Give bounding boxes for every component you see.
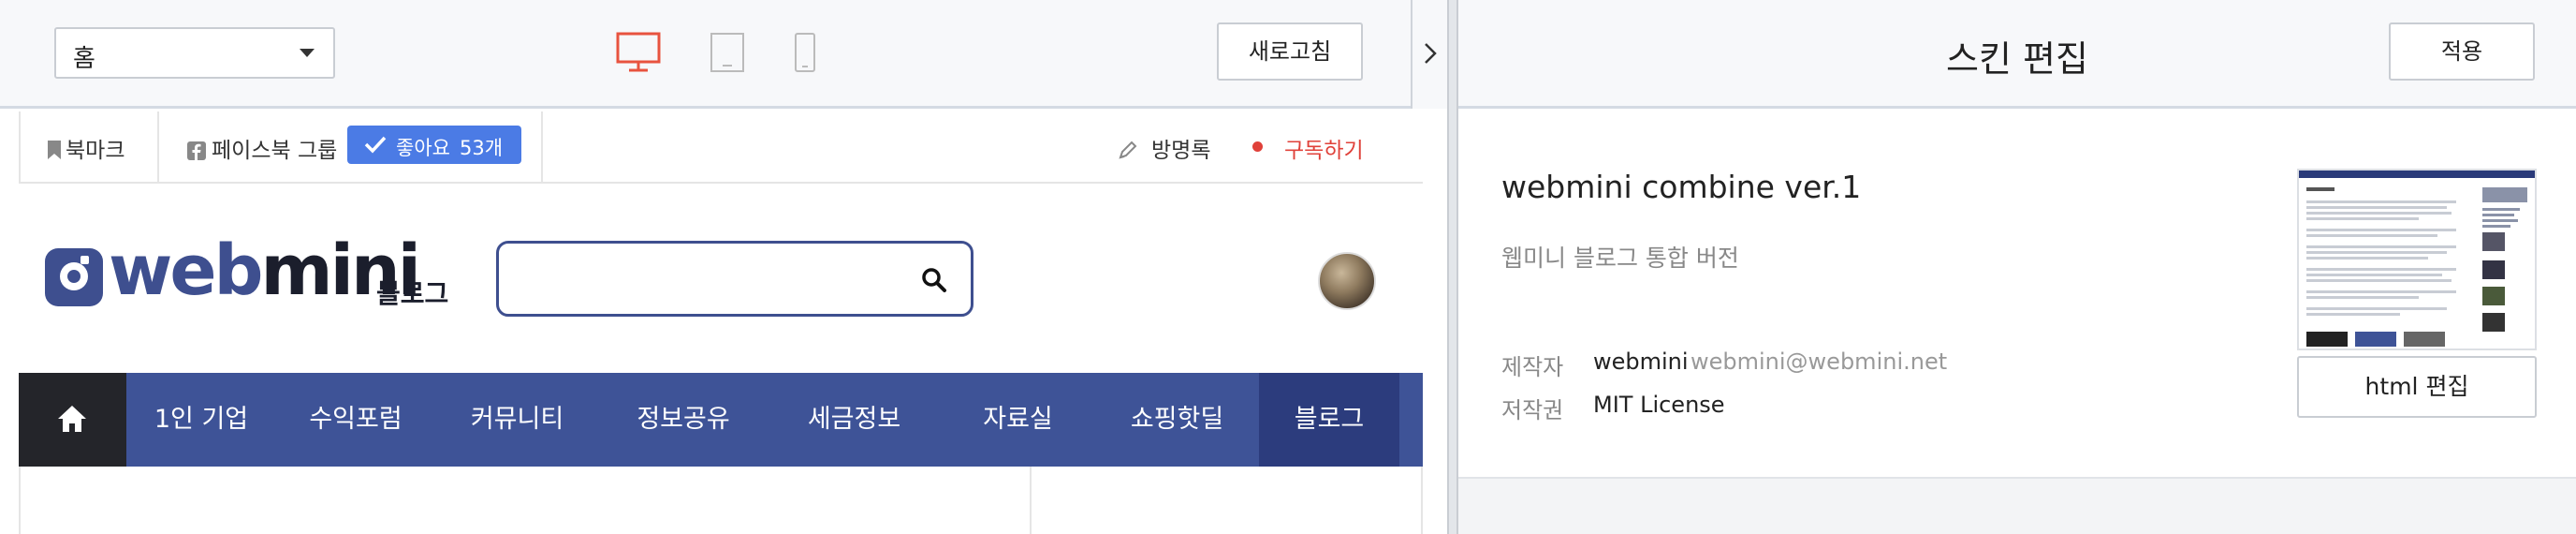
nav-item[interactable]: 쇼핑핫딜 bbox=[1095, 373, 1259, 467]
avatar[interactable] bbox=[1318, 252, 1376, 310]
pane-resize-handle[interactable] bbox=[1447, 0, 1458, 534]
tablet-view-button[interactable] bbox=[710, 32, 745, 77]
maker-name: webmini bbox=[1593, 349, 1689, 375]
like-label: 좋아요 bbox=[396, 137, 450, 159]
mobile-icon bbox=[795, 33, 815, 72]
guestbook-label: 방명록 bbox=[1151, 139, 1211, 163]
home-icon bbox=[58, 406, 86, 432]
preview-toolbar: 홈 새로고침 bbox=[0, 0, 1447, 109]
nav-item[interactable]: 자료실 bbox=[941, 373, 1095, 467]
blog-topbar: 북마크 페이스북 그룹 좋아요 53개 방명록 구독하기 bbox=[19, 111, 1423, 184]
blog-search bbox=[496, 241, 973, 317]
divider bbox=[19, 111, 21, 184]
desktop-view-button[interactable] bbox=[616, 32, 661, 77]
desktop-icon bbox=[616, 32, 661, 72]
preview-pane: 홈 새로고침 북마크 페이스북 그룹 좋아요 53개 방명록 구독하기 webm… bbox=[0, 0, 1447, 534]
nav-item[interactable]: 1인 기업 bbox=[126, 373, 276, 467]
nav-home-button[interactable] bbox=[19, 373, 126, 467]
facebook-icon bbox=[187, 141, 206, 160]
skin-editor-header: 스킨 편집 적용 bbox=[1458, 0, 2576, 109]
skin-editor-app: 홈 새로고침 북마크 페이스북 그룹 좋아요 53개 방명록 구독하기 webm… bbox=[0, 0, 2576, 534]
subscribe-dot-icon bbox=[1252, 141, 1263, 152]
page-select[interactable]: 홈 bbox=[54, 27, 335, 79]
skin-name: webmini combine ver.1 bbox=[1501, 169, 1862, 205]
check-icon bbox=[364, 136, 387, 154]
chevron-right-icon bbox=[1425, 43, 1437, 64]
like-count: 53개 bbox=[460, 137, 504, 159]
skin-preview-image bbox=[2299, 171, 2535, 347]
skin-editor-panel: 스킨 편집 적용 webmini combine ver.1 웹미니 블로그 통… bbox=[1458, 0, 2576, 534]
divider bbox=[1421, 467, 1423, 534]
subscribe-link[interactable]: 구독하기 bbox=[1284, 132, 1364, 164]
logo-subtitle: 블로그 bbox=[376, 278, 449, 309]
bookmark-link[interactable]: 북마크 bbox=[47, 132, 124, 164]
nav-item[interactable]: 블로그 bbox=[1259, 373, 1399, 467]
search-icon[interactable] bbox=[920, 266, 948, 294]
skin-description: 웹미니 블로그 통합 버전 bbox=[1501, 245, 1739, 272]
blog-nav: 1인 기업 수익포럼 커뮤니티 정보공유 세금정보 자료실 쇼핑핫딜 블로그 bbox=[19, 373, 1423, 467]
maker-key: 제작자 bbox=[1501, 354, 1564, 380]
facebook-group-label: 페이스북 그룹 bbox=[212, 139, 338, 163]
mobile-view-button[interactable] bbox=[794, 32, 816, 77]
nav-item[interactable]: 정보공유 bbox=[599, 373, 768, 467]
page-select-value: 홈 bbox=[73, 45, 95, 73]
tablet-icon bbox=[710, 33, 744, 72]
bookmark-label: 북마크 bbox=[66, 139, 125, 163]
html-edit-button[interactable]: html 편집 bbox=[2297, 356, 2537, 418]
bookmark-icon bbox=[48, 141, 61, 159]
webmini-logo-icon[interactable] bbox=[45, 248, 103, 306]
blog-logo[interactable]: webmini bbox=[109, 236, 421, 305]
logo-text-web: web bbox=[109, 230, 264, 311]
search-input[interactable] bbox=[514, 257, 898, 300]
divider bbox=[541, 111, 543, 184]
license-key: 저작권 bbox=[1501, 397, 1564, 423]
collapse-panel-button[interactable] bbox=[1411, 0, 1447, 109]
guestbook-link[interactable]: 방명록 bbox=[1118, 132, 1210, 164]
license-value: MIT License bbox=[1593, 392, 1725, 418]
panel-footer bbox=[1458, 477, 2576, 534]
divider bbox=[1030, 467, 1032, 534]
skin-thumbnail bbox=[2297, 169, 2537, 350]
like-button[interactable]: 좋아요 53개 bbox=[347, 126, 521, 164]
maker-email: webmini@webmini.net bbox=[1690, 349, 1948, 375]
nav-item[interactable]: 세금정보 bbox=[768, 373, 941, 467]
refresh-button[interactable]: 새로고침 bbox=[1217, 22, 1363, 81]
apply-button[interactable]: 적용 bbox=[2389, 22, 2535, 81]
chevron-down-icon bbox=[300, 49, 315, 57]
divider bbox=[157, 111, 159, 184]
nav-item[interactable]: 커뮤니티 bbox=[435, 373, 599, 467]
facebook-group-link[interactable]: 페이스북 그룹 bbox=[187, 132, 337, 164]
nav-item[interactable]: 수익포럼 bbox=[276, 373, 435, 467]
pencil-icon bbox=[1119, 141, 1137, 159]
divider bbox=[19, 467, 21, 534]
